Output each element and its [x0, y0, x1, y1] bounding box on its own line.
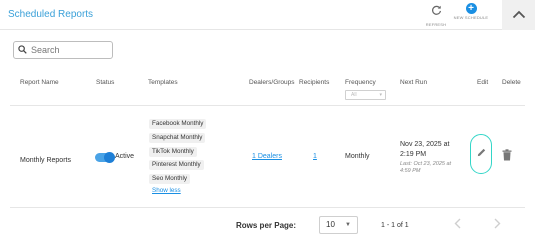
refresh-button[interactable]: REFRESH	[423, 3, 449, 27]
toggle-knob	[104, 152, 115, 163]
template-tag: Seo Monthly	[149, 174, 191, 184]
column-header-dealers-groups: Dealers/Groups	[249, 79, 295, 86]
row-divider	[10, 207, 525, 208]
caret-down-icon: ▾	[379, 92, 382, 98]
pagination-range: 1 - 1 of 1	[381, 222, 409, 229]
show-less-link[interactable]: Show less	[152, 187, 181, 194]
previous-page-button[interactable]	[450, 217, 464, 233]
search-icon	[18, 41, 27, 59]
frequency-value: Monthly	[345, 153, 370, 160]
new-schedule-label: NEW SCHEDULE	[453, 15, 489, 20]
chevron-up-icon	[512, 6, 526, 24]
report-name: Monthly Reports	[20, 157, 71, 164]
column-header-templates: Templates	[148, 79, 178, 86]
next-run-time: 2:19 PM	[400, 151, 427, 158]
status-label: Active	[115, 153, 135, 160]
column-header-edit: Edit	[477, 79, 489, 86]
collapse-button[interactable]	[502, 0, 535, 30]
trash-icon	[502, 148, 512, 165]
page-header: Scheduled Reports REFRESH + NEW SCHEDULE	[0, 0, 535, 30]
next-run-date: Nov 23, 2025 at	[400, 141, 450, 148]
column-header-recipients: Recipients	[299, 79, 330, 86]
recipients-link[interactable]: 1	[313, 153, 317, 160]
status-toggle[interactable]	[95, 152, 115, 163]
chevron-left-icon	[454, 216, 461, 234]
rows-per-page-select[interactable]: 10 ▼	[319, 216, 358, 234]
edit-button[interactable]	[470, 134, 492, 174]
column-header-status: Status	[96, 79, 115, 86]
column-header-delete: Delete	[502, 79, 521, 86]
rows-per-page-label: Rows per Page:	[236, 221, 297, 230]
delete-button[interactable]	[502, 148, 512, 166]
template-tag: Snapchat Monthly	[149, 133, 206, 143]
last-run: Last: Oct 23, 2025 at 4:59 PM	[400, 161, 452, 174]
plus-icon: +	[465, 3, 477, 14]
search-input[interactable]	[31, 45, 111, 55]
refresh-icon	[431, 3, 442, 21]
page-title: Scheduled Reports	[8, 9, 94, 20]
rows-per-page-value: 10	[326, 220, 335, 229]
refresh-label: REFRESH	[425, 22, 447, 27]
frequency-filter-value: All	[351, 92, 357, 98]
next-page-button[interactable]	[490, 217, 504, 233]
template-tag: Pinterest Monthly	[149, 160, 204, 170]
column-header-report-name: Report Name	[20, 79, 59, 86]
pencil-icon	[476, 145, 487, 163]
search-box	[13, 41, 113, 59]
next-run: Nov 23, 2025 at 2:19 PM	[400, 140, 460, 160]
column-header-frequency: Frequency	[345, 79, 376, 86]
frequency-filter-select[interactable]: All ▾	[345, 90, 386, 100]
caret-down-icon: ▼	[345, 222, 351, 228]
template-tag: Facebook Monthly	[149, 119, 207, 129]
column-header-next-run: Next Run	[400, 79, 428, 86]
chevron-right-icon	[494, 216, 501, 234]
new-schedule-button[interactable]: + NEW SCHEDULE	[453, 3, 489, 20]
dealers-link[interactable]: 1 Dealers	[252, 153, 282, 160]
template-tag: TikTok Monthly	[149, 147, 197, 157]
row-divider	[10, 105, 525, 106]
